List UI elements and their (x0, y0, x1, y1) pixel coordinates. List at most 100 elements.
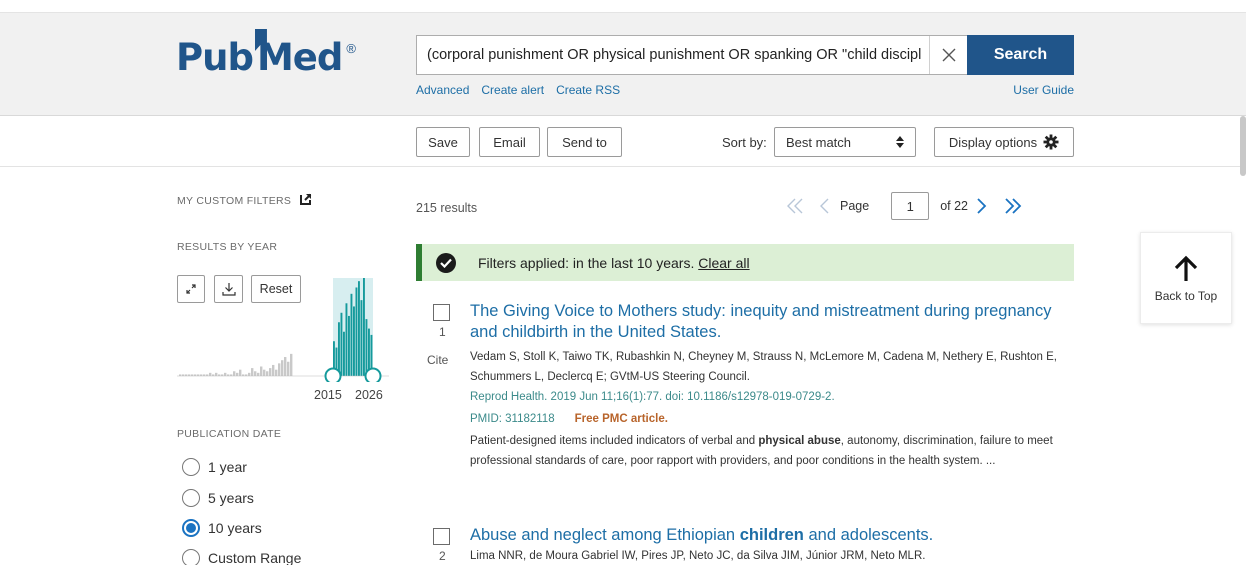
gear-icon (1043, 134, 1059, 150)
date-option-label: Custom Range (208, 550, 302, 565)
user-guide-link[interactable]: User Guide (1013, 83, 1074, 97)
histogram-bar (209, 372, 212, 376)
article-authors: Vedam S, Stoll K, Taiwo TK, Rubashkin N,… (470, 351, 1057, 383)
page-total: of 22 (940, 199, 969, 213)
select-checkbox[interactable] (433, 304, 450, 321)
first-page-icon[interactable] (786, 197, 804, 215)
page-label: Page (840, 199, 870, 213)
histogram-bar (263, 369, 266, 376)
year-start-label: 2015 (314, 388, 342, 402)
result-number: 2 (439, 549, 446, 563)
histogram-bar (290, 353, 293, 376)
save-button[interactable]: Save (416, 127, 470, 157)
article-title[interactable]: Abuse and neglect among Ethiopian childr… (470, 525, 1060, 546)
create-alert-link[interactable]: Create alert (481, 83, 544, 97)
results-by-year-histogram[interactable] (177, 270, 389, 382)
histogram-bar (269, 368, 272, 376)
free-pmc-badge: Free PMC article. (574, 413, 668, 425)
results-by-year-heading: RESULTS BY YEAR (177, 241, 278, 253)
histogram-bar-selected (345, 303, 348, 376)
date-option-label: 10 years (208, 520, 262, 536)
results-count: 215 results (416, 201, 478, 215)
pubmed-logo[interactable]: Pub Med ® (176, 29, 356, 85)
radio-button-selected[interactable] (182, 519, 200, 537)
close-icon (942, 48, 955, 62)
histogram-bar-selected (363, 278, 365, 376)
article-snippet: Patient-designed items included indicato… (470, 435, 1053, 467)
histogram-bar (260, 366, 263, 376)
search-links: Advanced Create alert Create RSS (416, 83, 620, 97)
arrow-up-icon (1174, 255, 1198, 281)
header-band: Pub Med ® (corporal punishment OR physic… (0, 12, 1246, 116)
sort-select[interactable]: Best match (774, 127, 916, 157)
article-journal: Reprod Health. 2019 Jun 11;16(1):77. doi… (470, 391, 835, 403)
histogram-bar (287, 361, 290, 376)
cite-button[interactable]: Cite (427, 353, 448, 367)
histogram-bar-selected (365, 319, 368, 376)
select-checkbox[interactable] (433, 528, 450, 545)
histogram-bar (224, 372, 227, 376)
previous-page-icon[interactable] (818, 197, 830, 215)
filters-applied-notice: Filters applied: in the last 10 years. C… (416, 244, 1074, 281)
send-to-button[interactable]: Send to (547, 127, 622, 157)
histogram-bar (236, 372, 239, 376)
pmid: PMID: 31182118 (470, 413, 555, 425)
histogram-bar (266, 371, 269, 376)
histogram-bar (281, 360, 284, 376)
filter-notice-text: Filters applied: in the last 10 years. C… (478, 254, 750, 271)
check-circle-icon (436, 252, 456, 273)
radio-button[interactable] (182, 458, 200, 476)
display-options-button[interactable]: Display options (934, 127, 1074, 157)
email-button[interactable]: Email (479, 127, 540, 157)
histogram-bar-selected (338, 322, 340, 376)
logo-pub-text: Pub (176, 36, 254, 79)
article-title[interactable]: The Giving Voice to Mothers study: inequ… (470, 301, 1060, 343)
histogram-bar-selected (358, 281, 360, 376)
back-to-top-label: Back to Top (1154, 289, 1218, 303)
range-end-handle[interactable] (364, 367, 382, 383)
date-option-5-years[interactable]: 5 years (182, 489, 254, 507)
result-number: 1 (439, 325, 446, 339)
histogram-bar-selected (355, 287, 358, 376)
radio-button[interactable] (182, 489, 200, 507)
histogram-bar (257, 372, 260, 376)
publication-date-heading: PUBLICATION DATE (177, 428, 282, 440)
date-option-1-year[interactable]: 1 year (182, 458, 247, 476)
external-link-icon (300, 193, 312, 205)
date-option-custom-range[interactable]: Custom Range (182, 549, 301, 565)
custom-filters-heading[interactable]: MY CUSTOM FILTERS (177, 193, 312, 207)
display-options-label: Display options (948, 134, 1038, 150)
article-authors: Lima NNR, de Moura Gabriel IW, Pires JP,… (470, 550, 926, 562)
histogram-bar-selected (353, 306, 355, 376)
year-end-label: 2026 (355, 388, 383, 402)
last-page-icon[interactable] (1004, 197, 1022, 215)
histogram-bar-selected (348, 315, 350, 376)
search-button[interactable]: Search (967, 35, 1074, 75)
histogram-bar (254, 371, 257, 376)
advanced-link[interactable]: Advanced (416, 83, 469, 97)
registered-mark: ® (346, 41, 356, 56)
sort-caret-icon (896, 136, 904, 148)
clear-all-link[interactable]: Clear all (698, 255, 749, 271)
clear-search-button[interactable] (929, 36, 967, 74)
next-page-icon[interactable] (976, 197, 988, 215)
histogram-bar-selected (360, 300, 363, 376)
search-input[interactable]: (corporal punishment OR physical punishm… (427, 36, 929, 74)
page-number-input[interactable]: 1 (891, 192, 930, 220)
radio-button[interactable] (182, 549, 200, 565)
histogram-bar (272, 364, 275, 376)
back-to-top-button[interactable]: Back to Top (1140, 232, 1232, 324)
create-rss-link[interactable]: Create RSS (556, 83, 620, 97)
histogram-bar (239, 369, 242, 376)
date-option-10-years[interactable]: 10 years (182, 519, 262, 537)
range-start-handle[interactable] (324, 367, 342, 383)
sort-value: Best match (786, 134, 852, 150)
histogram-bar-selected (340, 312, 343, 376)
histogram-bar (278, 363, 281, 376)
date-option-label: 5 years (208, 490, 254, 506)
histogram-bar (251, 368, 254, 376)
page-scrollbar[interactable] (1240, 116, 1246, 176)
toolbar-divider (0, 166, 1246, 167)
logo-med-text: Med (254, 29, 343, 81)
histogram-bar (215, 372, 218, 376)
